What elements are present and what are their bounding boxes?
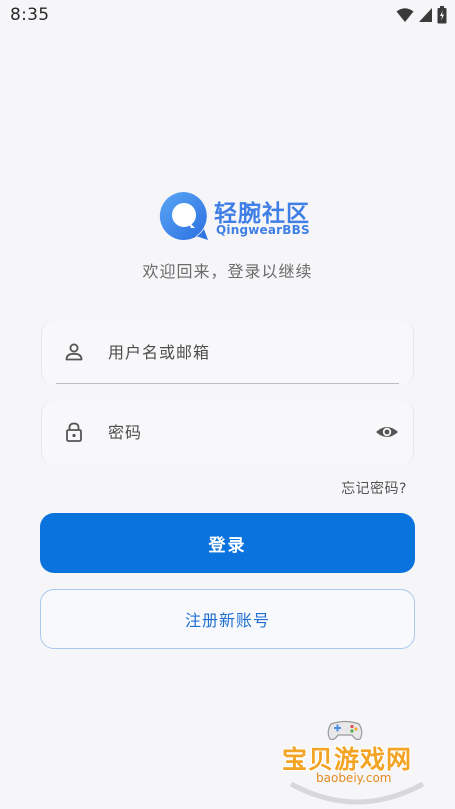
- login-button[interactable]: 登录: [40, 513, 415, 573]
- wifi-icon: [396, 7, 414, 23]
- app-logo: 轻腕社区 QingwearBBS: [158, 190, 310, 242]
- eye-icon[interactable]: [375, 421, 399, 443]
- app-name-en: QingwearBBS: [216, 223, 310, 237]
- welcome-subtitle: 欢迎回来，登录以继续: [142, 262, 313, 281]
- username-underline: [56, 383, 399, 384]
- status-icons: [396, 6, 447, 24]
- username-field[interactable]: [41, 321, 414, 384]
- watermark: 宝贝游戏网 baobeiy.com: [282, 716, 432, 809]
- watermark-arc-icon: [287, 780, 427, 809]
- login-screen: 8:35 轻腕社区 QingwearBBS 欢迎回来，登录以继续 用户名或邮箱 …: [0, 0, 455, 809]
- password-input[interactable]: [108, 415, 358, 449]
- person-icon: [63, 341, 85, 363]
- register-button[interactable]: 注册新账号: [40, 589, 415, 649]
- status-bar: 8:35: [0, 0, 455, 32]
- username-input[interactable]: [108, 335, 358, 369]
- forgot-password-link[interactable]: 忘记密码?: [341, 478, 407, 498]
- battery-icon: [437, 6, 447, 24]
- signal-icon: [418, 7, 433, 23]
- chat-bubble-logo-icon: [158, 190, 210, 246]
- status-time: 8:35: [10, 5, 50, 25]
- lock-icon: [63, 421, 85, 443]
- password-field[interactable]: [41, 401, 414, 464]
